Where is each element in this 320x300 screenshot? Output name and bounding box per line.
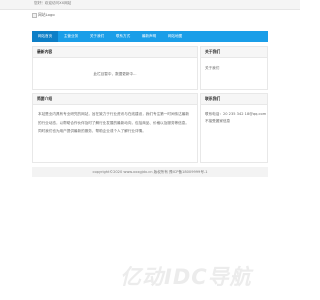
top-bar: 您好！欢迎访问XX网站 — [0, 0, 300, 10]
contact-line: 联系电话：20 235 342 18@qq.com — [205, 112, 267, 116]
about-title: 关于我们 — [201, 47, 267, 58]
footer-copyright: copyright©2020 www.xxxgjdx.cn 版权所有 豫ICP备… — [32, 167, 268, 177]
contact-info: 联系电话：20 235 342 18@qq.com 不接受搬家信息 — [201, 105, 267, 125]
latest-content-title: 最新内容 — [33, 47, 197, 58]
intro-text: 本站是业内具有专业研究的网站，旨在致力于行业资讯与在线建设，我们专注第一时间传达… — [38, 112, 189, 133]
about-panel: 关于我们 关于我们 — [200, 46, 268, 90]
about-link[interactable]: 关于我们 — [201, 58, 267, 71]
nav-item-contact[interactable]: 联系方式 — [110, 31, 136, 42]
nav-item-business[interactable]: 主营业务 — [58, 31, 84, 42]
intro-panel: 简要介绍 本站是业内具有专业研究的网站，旨在致力于行业资讯与在线建设，我们专注第… — [32, 93, 198, 163]
main-nav: 网站首页 主营业务 关于我们 联系方式 最新声明 网站地图 — [32, 31, 268, 42]
nav-item-home[interactable]: 网站首页 — [32, 31, 58, 42]
broken-image-icon — [32, 12, 37, 18]
nav-item-notice[interactable]: 最新声明 — [136, 31, 162, 42]
contact-line: 不接受搬家信息 — [205, 119, 231, 123]
nav-item-about[interactable]: 关于我们 — [84, 31, 110, 42]
logo-alt-text: 网站Logo — [38, 12, 55, 17]
contact-title: 联系我们 — [201, 94, 267, 105]
nav-item-sitemap[interactable]: 网站地图 — [162, 31, 188, 42]
intro-title: 简要介绍 — [33, 94, 197, 105]
site-logo[interactable]: 网站Logo — [32, 11, 55, 19]
watermark: 亿动IDC导航 — [120, 262, 252, 290]
contact-panel: 联系我们 联系电话：20 235 342 18@qq.com 不接受搬家信息 — [200, 93, 268, 163]
watermark-logo: 亿动IDC导航 — [120, 265, 252, 289]
welcome-text: 您好！欢迎访问XX网站 — [34, 1, 72, 5]
latest-content-text: 此栏目暂中，数据更新中... — [93, 72, 137, 76]
latest-content-panel: 最新内容 此栏目暂中，数据更新中... — [32, 46, 198, 90]
